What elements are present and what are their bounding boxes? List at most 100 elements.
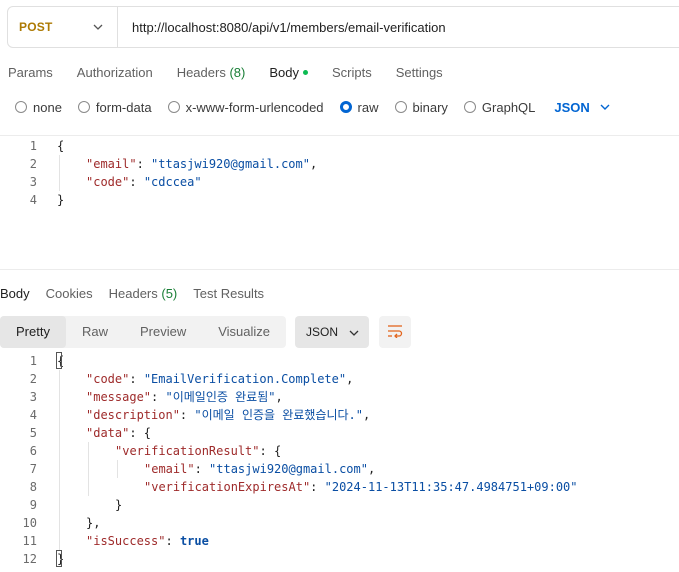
code-token: , — [275, 390, 283, 404]
response-format-select[interactable]: JSON — [295, 316, 370, 348]
code-token: : — [165, 534, 180, 548]
tab-body[interactable]: Body — [269, 65, 308, 80]
indent-guide — [88, 442, 89, 496]
line-number: 1 — [29, 354, 37, 368]
code-text: "code": "EmailVerification.Complete", — [86, 370, 353, 388]
body-type-x-www-form-urlencoded[interactable]: x-www-form-urlencoded — [167, 100, 324, 115]
code-line: 2 "email": "ttasjwi920@gmail.com", — [0, 155, 679, 173]
code-token: "code" — [86, 175, 130, 189]
radio-button[interactable] — [167, 101, 180, 113]
tab-label: Headers — [176, 64, 226, 80]
code-line: 4 "description": "이메일 인증을 완료했습니다.", — [0, 406, 679, 424]
tab-headers[interactable]: Headers (8) — [177, 65, 246, 80]
code-line: 5 "data": { — [0, 424, 679, 442]
body-type-form-data[interactable]: form-data — [77, 100, 152, 115]
tab-count-badge: (8) — [225, 64, 246, 80]
code-token: "email" — [86, 157, 137, 171]
line-number: 12 — [22, 552, 37, 566]
code-token: : — [151, 390, 166, 404]
indent-guide — [59, 370, 60, 550]
tab-params[interactable]: Params — [8, 65, 53, 80]
request-body-editor[interactable]: 1{2 "email": "ttasjwi920@gmail.com", 3 "cod… — [0, 135, 679, 270]
code-text: "verificationResult": { — [115, 442, 281, 460]
code-token: : — [310, 480, 325, 494]
wrap-lines-button[interactable] — [379, 316, 412, 348]
code-line: 4} — [0, 191, 679, 209]
code-text: } — [57, 191, 64, 209]
radio-button[interactable] — [394, 101, 407, 113]
bracket-match-highlight — [56, 550, 62, 567]
tab-label: Scripts — [331, 64, 372, 80]
line-number: 9 — [29, 498, 37, 512]
tab-settings[interactable]: Settings — [396, 65, 443, 80]
code-line: 1{ — [0, 137, 679, 155]
radio-label: none — [33, 99, 62, 115]
tab-scripts[interactable]: Scripts — [332, 65, 372, 80]
code-token: "이메일인증 완료됨" — [165, 390, 276, 404]
code-line: 3 "code": "cdccea" — [0, 173, 679, 191]
code-token: : { — [129, 426, 152, 440]
tab-label: Body — [269, 64, 299, 80]
line-number: 6 — [29, 444, 37, 458]
code-token: }, — [86, 516, 101, 530]
body-language-label: JSON — [554, 99, 590, 115]
code-line: 7 "email": "ttasjwi920@gmail.com", — [0, 460, 679, 478]
code-token: "verificationExpiresAt" — [144, 480, 311, 494]
code-line: 1{ — [0, 352, 679, 370]
line-number: 3 — [29, 390, 37, 404]
code-token: : { — [259, 444, 282, 458]
line-number: 2 — [29, 157, 37, 171]
code-token: "message" — [86, 390, 152, 404]
response-body-viewer[interactable]: 1{2 "code": "EmailVerification.Complete",… — [0, 351, 679, 572]
chevron-down-icon — [600, 101, 610, 113]
code-text: }, — [86, 514, 100, 532]
code-line: 11 "isSuccess": true — [0, 532, 679, 550]
code-line: 6 "verificationResult": { — [0, 442, 679, 460]
code-text: { — [57, 137, 64, 155]
response-view-group: Pretty Raw Preview Visualize — [0, 316, 287, 348]
code-token: "cdccea" — [143, 175, 202, 189]
code-line: 2 "code": "EmailVerification.Complete", — [0, 370, 679, 388]
code-token: : — [136, 157, 152, 171]
view-visualize-button[interactable]: Visualize — [202, 316, 286, 348]
code-token: { — [57, 139, 65, 153]
active-indicator-dot — [302, 69, 308, 75]
response-tab-cookies[interactable]: Cookies — [46, 286, 93, 301]
body-type-raw[interactable]: raw — [339, 100, 379, 115]
response-tab-headers[interactable]: Headers (5) — [109, 286, 178, 301]
body-type-none[interactable]: none — [15, 100, 62, 115]
line-number: 4 — [29, 408, 37, 422]
tab-authorization[interactable]: Authorization — [77, 65, 153, 80]
code-token: , — [362, 408, 371, 422]
body-type-binary[interactable]: binary — [394, 99, 448, 115]
line-number: 5 — [29, 426, 37, 440]
request-tabs: Params Authorization Headers (8) Body Script… — [8, 62, 467, 82]
view-pretty-button[interactable]: Pretty — [0, 316, 66, 348]
radio-button[interactable] — [77, 101, 90, 113]
code-line: 12} — [0, 550, 679, 568]
view-raw-button[interactable]: Raw — [66, 316, 124, 348]
wrap-lines-icon — [387, 324, 403, 341]
method-select[interactable]: POST — [8, 7, 118, 47]
code-token: } — [115, 498, 123, 512]
code-token: "2024-11-13T11:35:47.4984751+09:00" — [324, 480, 578, 494]
code-token: "email" — [144, 462, 195, 476]
code-token: "code" — [86, 372, 130, 386]
radio-label: binary — [412, 99, 448, 115]
tab-label: Settings — [395, 64, 443, 80]
code-token: , — [346, 372, 354, 386]
radio-button[interactable] — [463, 101, 476, 113]
view-preview-button[interactable]: Preview — [124, 316, 202, 348]
code-token: : — [194, 462, 210, 476]
url-input[interactable]: http://localhost:8080/api/v1/members/ema… — [118, 20, 446, 35]
tab-label: Params — [8, 64, 53, 80]
line-number: 10 — [22, 516, 37, 530]
radio-button[interactable] — [339, 101, 352, 113]
response-tab-body[interactable]: Body — [0, 286, 30, 301]
body-type-graphql[interactable]: GraphQL — [463, 100, 535, 115]
body-language-select[interactable]: JSON — [554, 99, 610, 115]
response-tab-test-results[interactable]: Test Results — [193, 286, 264, 301]
code-token: "data" — [86, 426, 130, 440]
body-type-selector: none form-data x-www-form-urlencoded raw bin… — [15, 96, 610, 118]
radio-button[interactable] — [15, 101, 27, 113]
